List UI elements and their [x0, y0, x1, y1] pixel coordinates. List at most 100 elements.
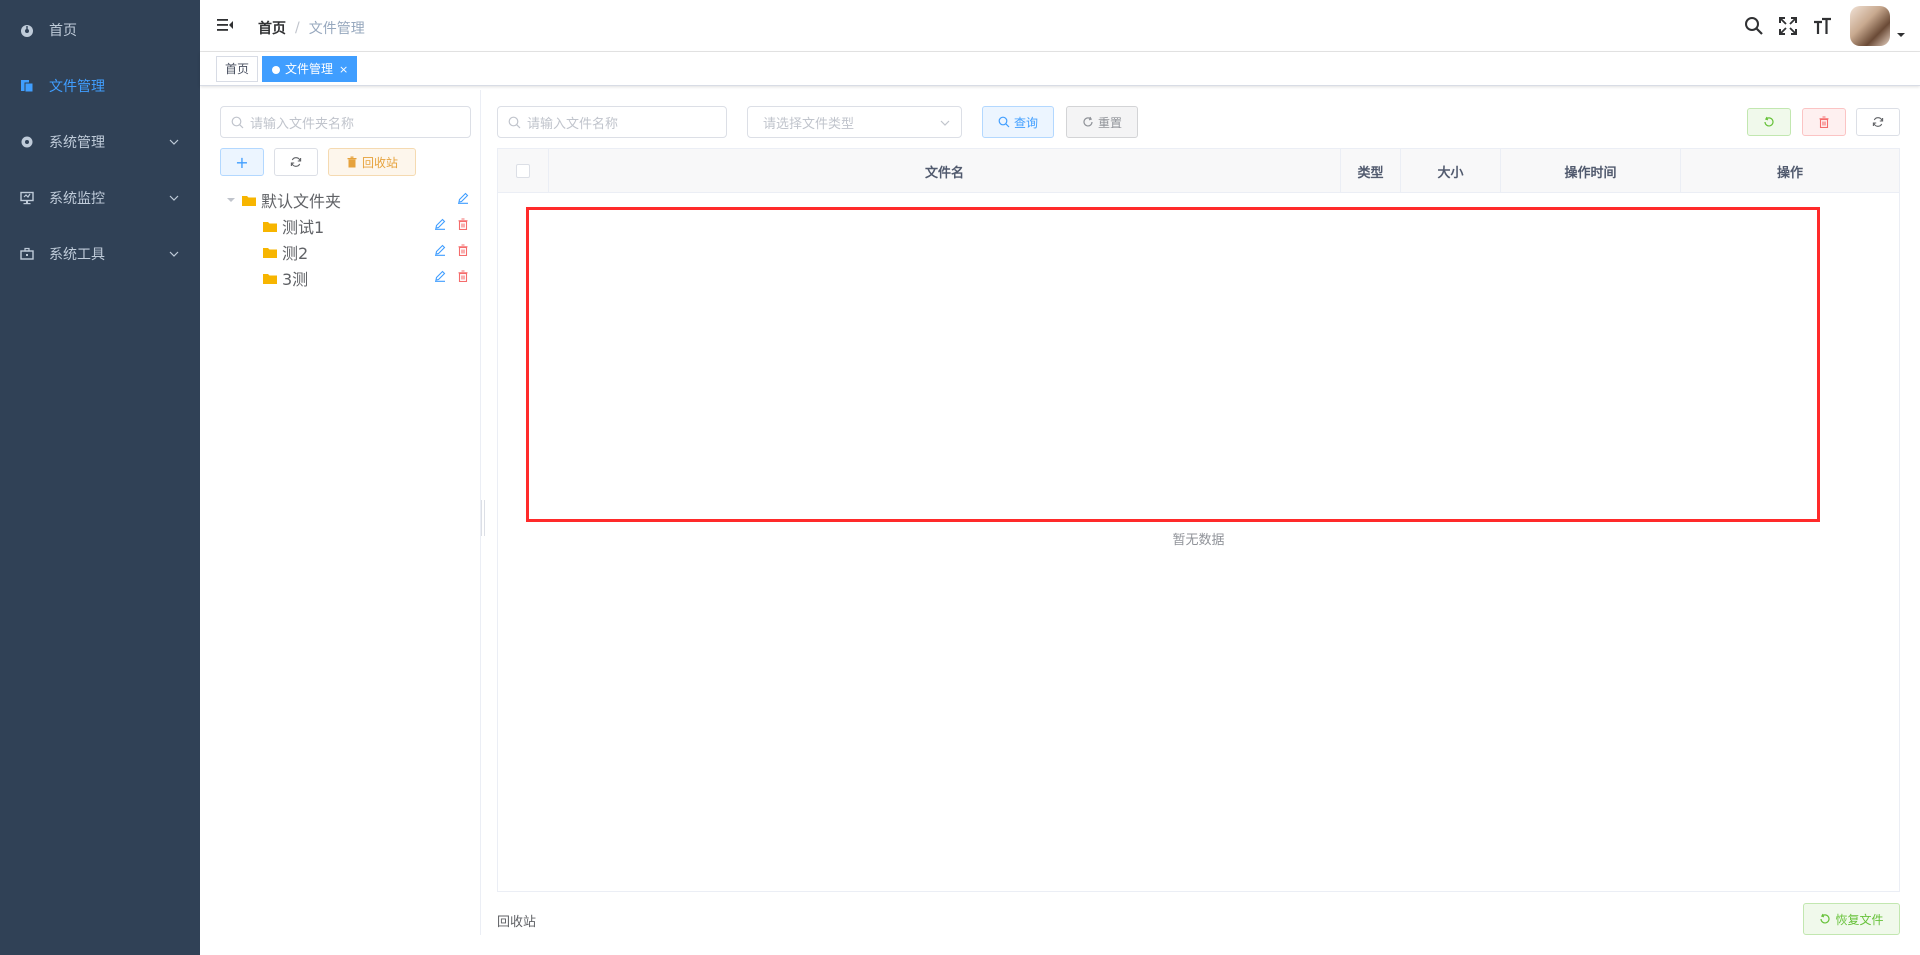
reset-label: 重置	[1097, 115, 1122, 130]
add-label: +	[235, 152, 249, 172]
tree-node-label: 测试1	[282, 218, 325, 237]
chevron-down-icon	[169, 195, 179, 201]
highlight-box	[526, 207, 1820, 522]
edit-icon[interactable]	[434, 270, 446, 282]
query-button[interactable]: 查询	[982, 106, 1054, 138]
sidebar-item-home[interactable]: 首页	[0, 2, 200, 58]
empty-text: 暂无数据	[1172, 533, 1225, 548]
edit-icon[interactable]	[457, 192, 469, 204]
avatar[interactable]	[1850, 6, 1890, 46]
file-search-placeholder: 请输入文件名称	[527, 116, 619, 132]
column-header-size: 大小	[1401, 149, 1501, 193]
navbar: 首页 / 文件管理	[200, 0, 1920, 52]
resize-handle[interactable]	[481, 500, 485, 536]
breadcrumb: 首页 / 文件管理	[258, 18, 365, 38]
dashboard-icon	[21, 25, 33, 37]
tag-file-management[interactable]: 文件管理 ×	[262, 56, 358, 82]
sidebar-item-label: 系统监控	[49, 191, 105, 207]
edit-icon[interactable]	[434, 244, 446, 256]
tag-close-icon[interactable]: ×	[339, 63, 348, 76]
query-label: 查询	[1013, 115, 1038, 130]
sidebar: 首页 文件管理 系统管理 系统监控 系统工具	[0, 0, 200, 955]
monitor-icon	[20, 191, 34, 205]
restore-files-button[interactable]: 恢复文件	[1803, 903, 1900, 935]
tree-node-child[interactable]: 测试1	[263, 213, 324, 239]
tree-node-label: 默认文件夹	[261, 192, 342, 211]
refresh-icon	[1083, 116, 1093, 127]
refresh-tree-button[interactable]	[274, 148, 318, 176]
folder-icon	[242, 195, 256, 206]
delete-icon	[1819, 116, 1829, 128]
restore-icon	[1764, 116, 1774, 127]
file-type-placeholder: 请选择文件类型	[763, 116, 855, 132]
tag-label: 文件管理	[285, 62, 334, 76]
right-menu	[1744, 0, 1920, 52]
column-header-type: 类型	[1341, 149, 1401, 193]
sidebar-item-label: 文件管理	[49, 79, 105, 95]
chevron-down-icon	[169, 251, 179, 257]
chevron-down-icon	[169, 139, 179, 145]
folder-icon	[263, 247, 277, 258]
sidebar-item-file-management[interactable]: 文件管理	[0, 58, 200, 114]
tree-node-child[interactable]: 测2	[263, 239, 308, 265]
recycle-bin-footer-label: 回收站	[497, 915, 537, 930]
toolbox-icon	[20, 247, 34, 260]
file-search-input[interactable]: 请输入文件名称	[497, 106, 727, 138]
delete-icon[interactable]	[457, 244, 469, 256]
refresh-icon	[290, 157, 302, 167]
reset-button[interactable]: 重置	[1066, 106, 1138, 138]
gear-icon	[21, 136, 33, 148]
add-folder-button[interactable]: +	[220, 148, 264, 176]
column-header-filename: 文件名	[549, 149, 1341, 193]
sidebar-item-label: 系统管理	[49, 135, 105, 151]
column-header-time: 操作时间	[1501, 149, 1681, 193]
file-table: 文件名 类型 大小 操作时间 操作 暂无数据	[497, 148, 1900, 892]
hamburger-icon[interactable]	[216, 16, 234, 34]
refresh-icon	[1872, 117, 1884, 127]
folder-icon	[263, 273, 277, 284]
font-size-icon[interactable]	[1812, 16, 1832, 36]
search-icon	[998, 116, 1010, 128]
restore-icon	[1820, 913, 1831, 924]
breadcrumb-separator: /	[295, 20, 300, 36]
search-icon	[508, 116, 521, 128]
fullscreen-icon[interactable]	[1778, 16, 1798, 36]
tag-home[interactable]: 首页	[216, 56, 259, 82]
recycle-bin-label: 回收站	[361, 155, 398, 170]
select-all-cell	[498, 149, 549, 193]
sidebar-item-system-management[interactable]: 系统管理	[0, 114, 200, 170]
tree-node-root[interactable]: 默认文件夹	[226, 187, 341, 213]
tag-label: 首页	[225, 62, 250, 76]
delete-icon[interactable]	[457, 218, 469, 230]
restore-files-label: 恢复文件	[1835, 912, 1884, 927]
delete-icon[interactable]	[457, 270, 469, 282]
tree-node-child[interactable]: 3测	[263, 265, 308, 291]
tags-view: 首页 文件管理 ×	[200, 52, 1920, 86]
search-icon[interactable]	[1744, 16, 1764, 36]
chevron-down-icon	[940, 120, 950, 126]
sidebar-item-system-tools[interactable]: 系统工具	[0, 226, 200, 282]
column-header-actions: 操作	[1776, 165, 1803, 181]
folder-search-input[interactable]: 请输入文件夹名称	[220, 106, 471, 138]
folder-icon	[263, 221, 277, 232]
restore-button[interactable]	[1747, 108, 1791, 136]
caret-down-icon[interactable]	[226, 195, 236, 205]
breadcrumb-home[interactable]: 首页	[258, 18, 286, 38]
caret-down-icon[interactable]	[1896, 30, 1906, 40]
recycle-bin-button[interactable]: 回收站	[328, 148, 416, 176]
trash-icon	[347, 156, 357, 168]
sidebar-item-system-monitor[interactable]: 系统监控	[0, 170, 200, 226]
edit-icon[interactable]	[434, 218, 446, 230]
breadcrumb-current: 文件管理	[308, 21, 365, 37]
select-all-checkbox[interactable]	[516, 164, 530, 178]
search-icon	[231, 116, 244, 128]
refresh-table-button[interactable]	[1856, 108, 1900, 136]
tree-node-label: 3测	[282, 270, 309, 289]
tree-node-label: 测2	[282, 244, 309, 263]
file-type-select[interactable]: 请选择文件类型	[747, 106, 962, 138]
sidebar-item-label: 首页	[49, 23, 77, 39]
sidebar-item-label: 系统工具	[49, 247, 105, 263]
delete-button[interactable]	[1802, 108, 1846, 136]
file-icon	[21, 80, 34, 93]
folder-search-placeholder: 请输入文件夹名称	[250, 116, 355, 132]
